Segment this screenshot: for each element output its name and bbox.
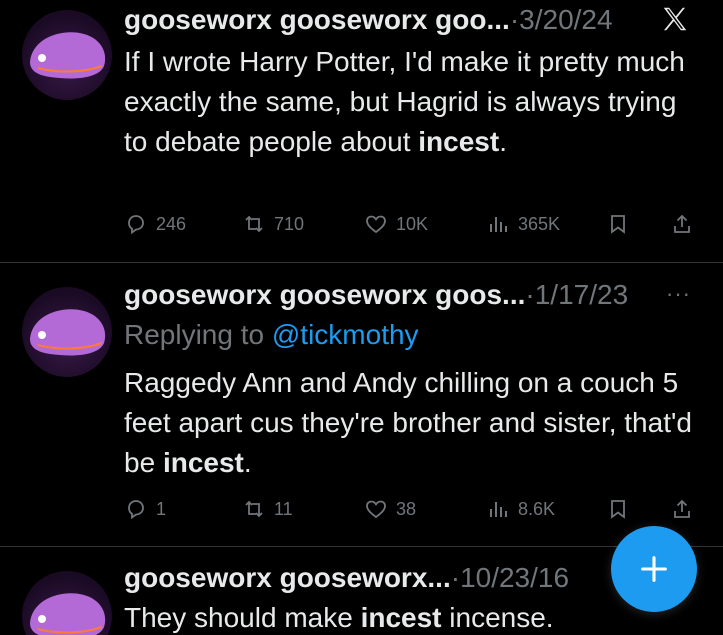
avatar[interactable] xyxy=(22,287,112,377)
heart-icon xyxy=(366,215,386,234)
highlighted-term: incest xyxy=(162,447,244,478)
like-button[interactable]: 10K xyxy=(364,212,428,236)
views-icon xyxy=(490,217,507,232)
tweet-date[interactable]: 1/17/23 xyxy=(535,279,628,310)
reply-count: 246 xyxy=(156,213,187,234)
bookmark-icon xyxy=(611,215,625,234)
highlighted-term: incest xyxy=(360,602,442,633)
repost-icon xyxy=(245,500,263,518)
like-count: 10K xyxy=(396,213,429,234)
reply-button[interactable]: 246 xyxy=(124,212,186,236)
reply-button[interactable]: 1 xyxy=(124,497,166,521)
avatar[interactable] xyxy=(22,571,112,635)
views-count: 365K xyxy=(518,213,561,234)
tweet-actions: 246 710 10K 365K xyxy=(124,212,694,242)
more-options-button[interactable]: ··· xyxy=(666,281,691,307)
tweet-actions: 1 11 38 8.6K xyxy=(124,497,694,527)
like-count: 38 xyxy=(396,498,417,519)
avatar-image xyxy=(30,593,106,635)
avatar-image xyxy=(30,309,106,356)
reply-icon xyxy=(128,215,144,235)
tweet-text: They should make incest incense. xyxy=(124,602,554,633)
reply-icon xyxy=(128,500,144,520)
reply-count: 1 xyxy=(156,498,167,519)
avatar-image xyxy=(30,32,106,79)
tweet-text: Raggedy Ann and Andy chilling on a couch… xyxy=(124,367,692,478)
repost-icon xyxy=(245,215,263,233)
avatar[interactable] xyxy=(22,10,112,100)
replying-to: Replying to @tickmothy xyxy=(124,317,419,353)
tweet-header: gooseworx gooseworx...·10/23/16 xyxy=(124,560,569,596)
share-icon xyxy=(674,499,690,518)
compose-button[interactable] xyxy=(611,526,697,612)
bookmark-button[interactable] xyxy=(606,212,630,236)
views-icon xyxy=(490,502,507,517)
views-count: 8.6K xyxy=(518,498,556,519)
plus-icon xyxy=(641,556,667,582)
tweet-header: gooseworx gooseworx goos...·1/17/23 xyxy=(124,277,628,313)
tweet-header: gooseworx gooseworx goo...·3/20/24 xyxy=(124,2,613,38)
heart-icon xyxy=(366,500,386,519)
highlighted-term: incest xyxy=(418,126,500,157)
x-logo-icon[interactable] xyxy=(660,4,690,34)
tweet-1[interactable]: gooseworx gooseworx goo...·3/20/24 If I … xyxy=(0,0,723,262)
like-button[interactable]: 38 xyxy=(364,497,416,521)
share-icon xyxy=(674,214,690,233)
tweet-date[interactable]: 10/23/16 xyxy=(460,562,569,593)
repost-button[interactable]: 710 xyxy=(242,212,304,236)
share-button[interactable] xyxy=(670,497,694,521)
author-name[interactable]: gooseworx gooseworx... xyxy=(124,562,451,593)
separator: · xyxy=(450,562,461,593)
tweet-2[interactable]: gooseworx gooseworx goos...·1/17/23 ··· … xyxy=(0,263,723,546)
author-name[interactable]: gooseworx gooseworx goos... xyxy=(124,279,525,310)
repost-count: 11 xyxy=(274,498,293,519)
views-button[interactable]: 365K xyxy=(486,212,560,236)
bookmark-button[interactable] xyxy=(606,497,630,521)
separator: · xyxy=(509,4,520,35)
author-name[interactable]: gooseworx gooseworx goo... xyxy=(124,4,510,35)
views-button[interactable]: 8.6K xyxy=(486,497,555,521)
bookmark-icon xyxy=(611,500,625,519)
tweet-text: If I wrote Harry Potter, I'd make it pre… xyxy=(124,46,685,157)
reply-handle-link[interactable]: @tickmothy xyxy=(272,319,419,350)
repost-count: 710 xyxy=(274,213,305,234)
separator: · xyxy=(525,279,535,310)
repost-button[interactable]: 11 xyxy=(242,497,293,521)
share-button[interactable] xyxy=(670,212,694,236)
replying-to-label: Replying to xyxy=(124,319,272,350)
tweet-date[interactable]: 3/20/24 xyxy=(519,4,612,35)
